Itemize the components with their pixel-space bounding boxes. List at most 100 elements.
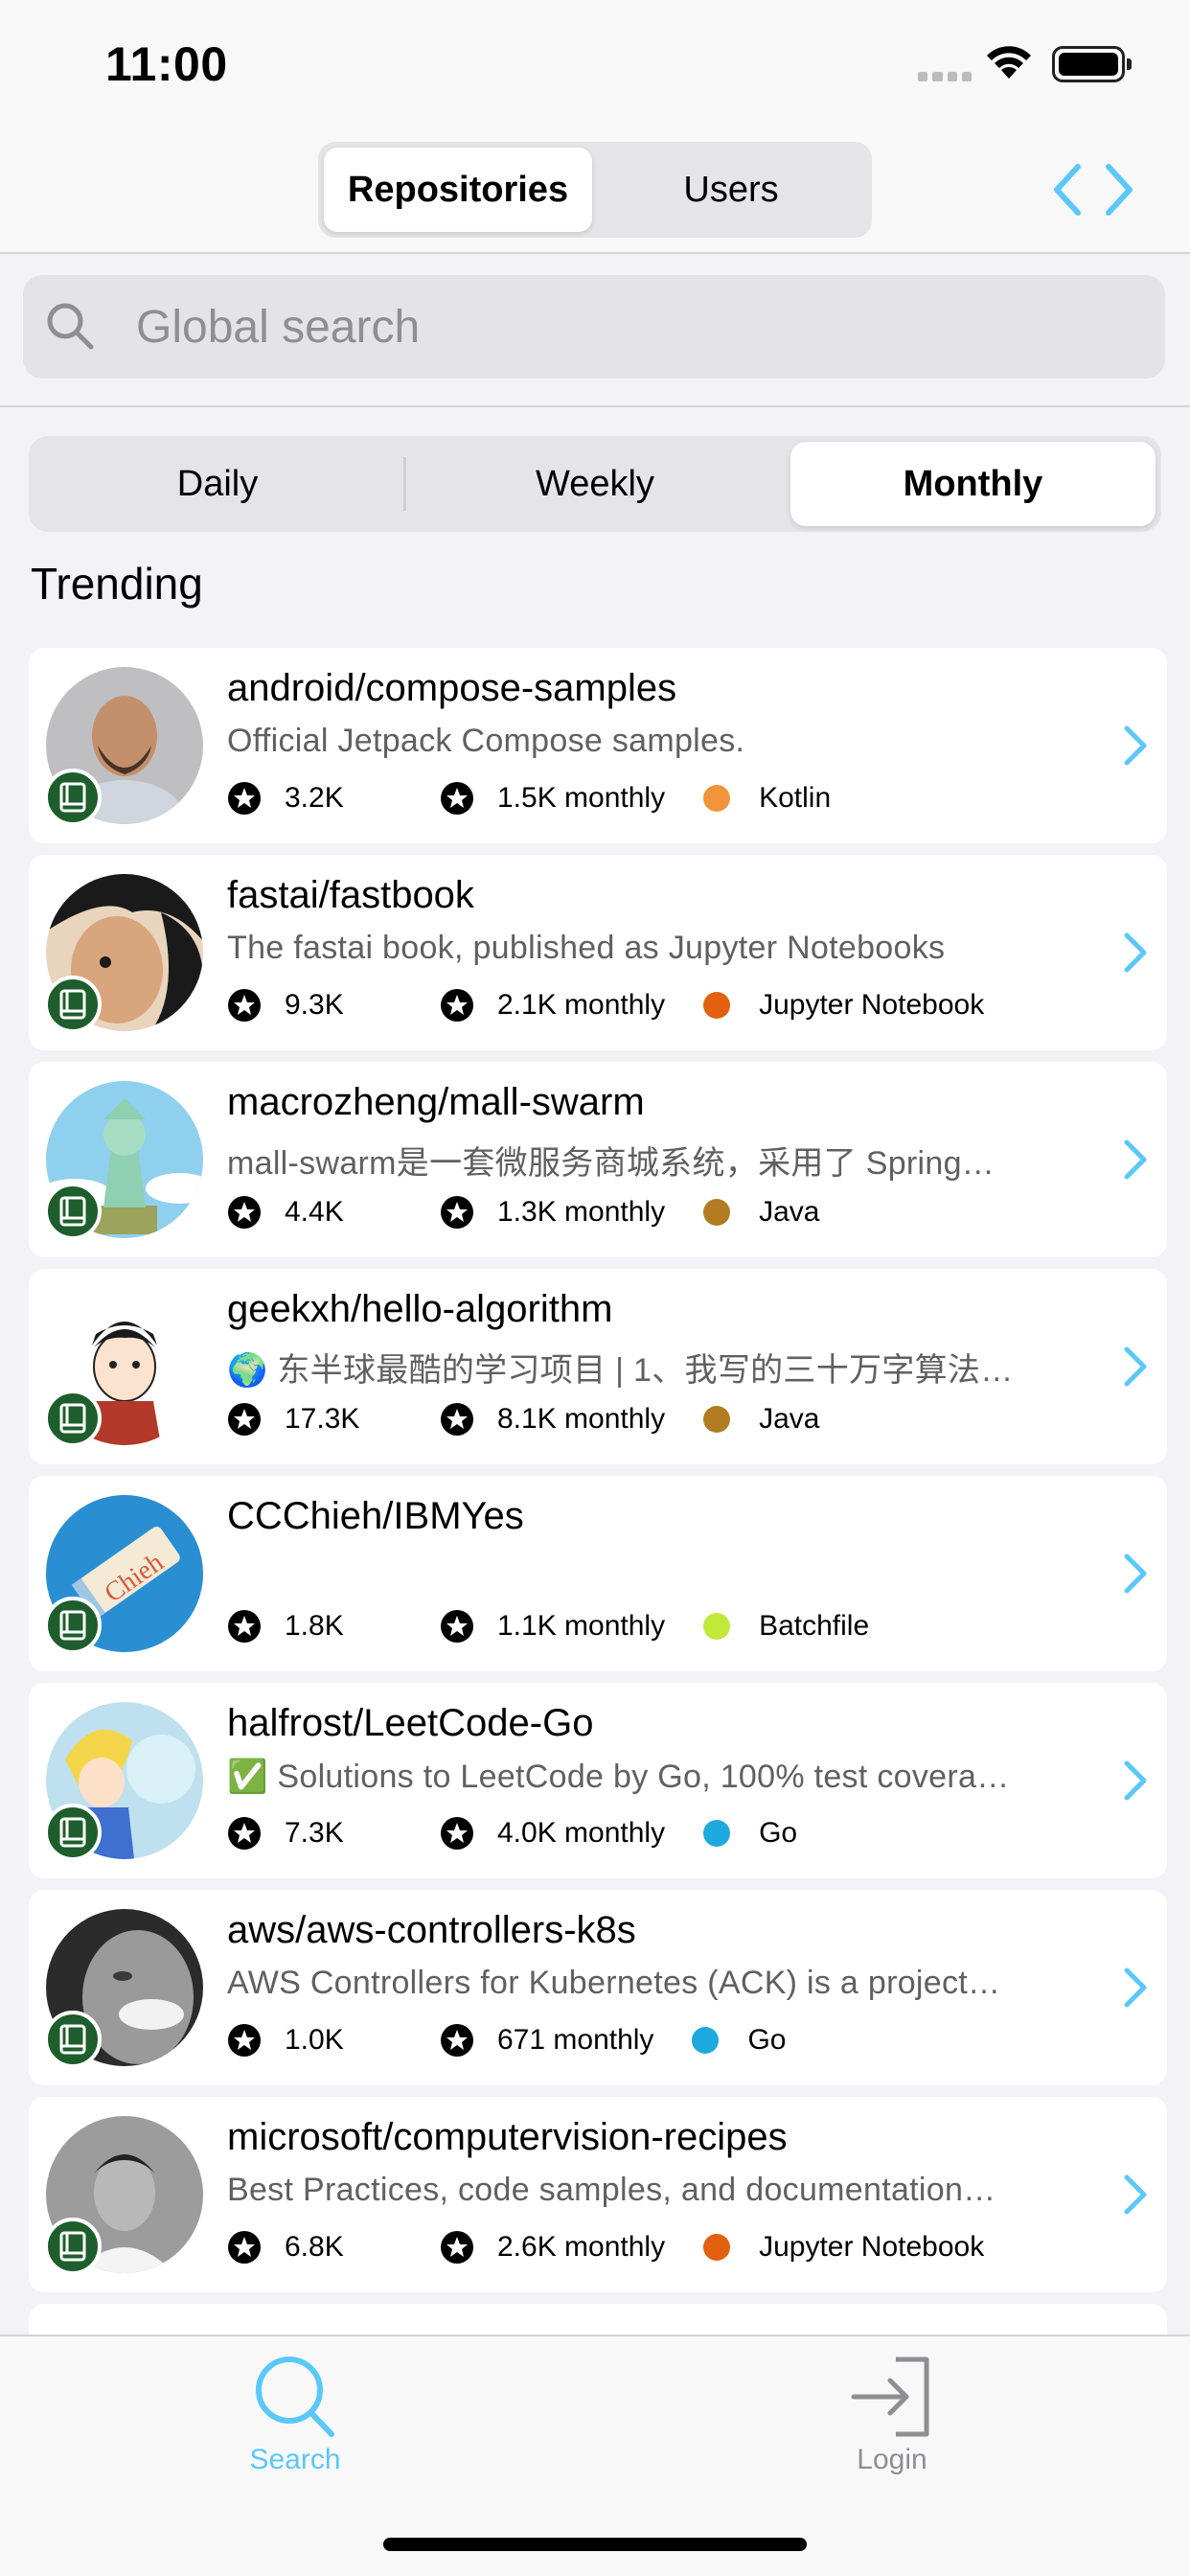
repo-monthly-stars: 8.1K monthly	[497, 1403, 666, 1435]
repo-language: Java	[759, 1196, 820, 1228]
tab-repositories[interactable]: Repositories	[324, 148, 592, 232]
code-icon[interactable]	[1049, 161, 1137, 218]
repo-stars: 1.8K	[285, 1610, 344, 1642]
repo-name: halfrost/LeetCode-Go	[227, 1702, 594, 1744]
repo-stars: 3.2K	[285, 782, 344, 814]
repo-stars: 4.4K	[285, 1196, 344, 1228]
repo-description: Best Practices, code samples, and docume…	[227, 2172, 996, 2208]
star-icon	[228, 1196, 261, 1229]
repo-description: AWS Controllers for Kubernetes (ACK) is …	[227, 1965, 1001, 2001]
period-daily[interactable]: Daily	[34, 442, 400, 526]
search-area	[0, 254, 1190, 407]
chevron-right-icon	[1124, 1346, 1147, 1387]
repo-name: geekxh/hello-algorithm	[227, 1288, 613, 1330]
battery-icon	[1052, 46, 1132, 82]
repo-row[interactable]: aws/aws-controllers-k8s AWS Controllers …	[29, 1890, 1167, 2085]
period-segmented-control: Daily Weekly Monthly	[29, 436, 1161, 532]
repo-row[interactable]: Chieh CCChieh/IBMYes 1.8K 1.1K monthly B…	[29, 1476, 1167, 1671]
repo-monthly-stars: 1.5K monthly	[497, 782, 666, 814]
repo-meta: 4.4K 1.3K monthly Java	[227, 1192, 819, 1232]
repo-badge-icon	[44, 1183, 102, 1240]
star-icon	[441, 2231, 473, 2264]
repo-badge-icon	[44, 1597, 102, 1654]
chevron-right-icon	[1124, 1760, 1147, 1801]
repo-monthly-stars: 2.1K monthly	[497, 989, 666, 1021]
repo-description: The fastai book, published as Jupyter No…	[227, 930, 946, 966]
star-icon	[228, 1610, 261, 1643]
repo-monthly-stars: 4.0K monthly	[497, 1817, 666, 1849]
repo-row[interactable]: microsoft/computervision-recipes Best Pr…	[29, 2097, 1167, 2292]
period-monthly[interactable]: Monthly	[790, 442, 1156, 526]
star-icon	[228, 2231, 261, 2264]
repo-meta: 1.0K 671 monthly Go	[227, 2020, 786, 2060]
repo-stars: 7.3K	[285, 1817, 344, 1849]
repo-description: Official Jetpack Compose samples.	[227, 723, 745, 759]
repo-badge-icon	[44, 2218, 102, 2275]
tab-users[interactable]: Users	[596, 148, 866, 232]
repo-meta: 6.8K 2.6K monthly Jupyter Notebook	[227, 2227, 984, 2267]
repo-row[interactable]: macrozheng/mall-swarm mall-swarm是一套微服务商城…	[29, 1062, 1167, 1257]
repo-stars: 6.8K	[285, 2231, 344, 2263]
login-icon	[851, 2357, 929, 2437]
repo-meta: 7.3K 4.0K monthly Go	[227, 1813, 797, 1853]
repo-row[interactable]: fastai/fastbook The fastai book, publish…	[29, 855, 1167, 1050]
star-icon	[228, 782, 261, 815]
repo-name: android/compose-samples	[227, 667, 677, 709]
status-time: 11:00	[105, 37, 228, 91]
repo-row[interactable]: halfrost/LeetCode-Go ✅ Solutions to Leet…	[29, 1683, 1167, 1878]
repo-meta: 3.2K 1.5K monthly Kotlin	[227, 778, 831, 818]
section-title: Trending	[31, 559, 203, 609]
star-icon	[441, 1403, 473, 1436]
repo-language: Jupyter Notebook	[759, 2231, 985, 2263]
repo-row[interactable]: android/compose-samples Official Jetpack…	[29, 648, 1167, 843]
repo-name: macrozheng/mall-swarm	[227, 1081, 645, 1123]
language-color-dot	[703, 992, 731, 1019]
repo-name: microsoft/computervision-recipes	[227, 2116, 788, 2158]
repo-badge-icon	[44, 1804, 102, 1861]
repo-language: Jupyter Notebook	[759, 989, 985, 1021]
language-color-dot	[703, 1406, 731, 1433]
tab-search[interactable]: Search	[151, 2354, 439, 2476]
repo-meta: 17.3K 8.1K monthly Java	[227, 1399, 819, 1439]
segment-divider	[403, 457, 406, 511]
repo-badge-icon	[44, 769, 102, 826]
repo-language: Go	[747, 2024, 787, 2056]
nav-bar: Repositories Users	[0, 125, 1190, 254]
repo-monthly-stars: 1.1K monthly	[497, 1610, 666, 1642]
language-color-dot	[692, 2027, 720, 2054]
wifi-icon	[987, 46, 1031, 79]
star-icon	[228, 1403, 261, 1436]
star-icon	[441, 1817, 473, 1850]
repo-monthly-stars: 671 monthly	[497, 2024, 654, 2056]
repo-stars: 1.0K	[285, 2024, 344, 2056]
chevron-right-icon	[1124, 1139, 1147, 1180]
repo-language: Kotlin	[759, 782, 832, 814]
repo-description: mall-swarm是一套微服务商城系统，采用了 Spring…	[227, 1145, 995, 1182]
home-indicator	[383, 2538, 807, 2551]
period-weekly[interactable]: Weekly	[412, 442, 778, 526]
language-color-dot	[703, 2234, 731, 2261]
star-icon	[441, 782, 473, 815]
star-icon	[441, 2024, 473, 2057]
chevron-right-icon	[1124, 725, 1147, 766]
tab-login[interactable]: Login	[748, 2354, 1036, 2476]
repo-name: aws/aws-controllers-k8s	[227, 1909, 636, 1951]
search-box[interactable]	[23, 275, 1165, 379]
star-icon	[228, 1817, 261, 1850]
language-color-dot	[703, 1199, 731, 1226]
search-input[interactable]	[136, 275, 1133, 379]
cellular-signal-icon	[918, 72, 972, 81]
repo-description: 🌍 东半球最酷的学习项目 | 1、我写的三十万字算法…	[227, 1352, 1014, 1389]
tab-search-label: Search	[249, 2444, 341, 2475]
status-bar: 11:00	[0, 0, 1190, 125]
repo-language: Batchfile	[759, 1610, 870, 1642]
tab-login-label: Login	[857, 2444, 927, 2475]
repo-badge-icon	[44, 976, 102, 1033]
repo-meta: 1.8K 1.1K monthly Batchfile	[227, 1606, 869, 1646]
repo-badge-icon	[44, 1390, 102, 1447]
repo-stars: 9.3K	[285, 989, 344, 1021]
chevron-right-icon	[1124, 1553, 1147, 1594]
star-icon	[441, 1610, 473, 1643]
repo-monthly-stars: 1.3K monthly	[497, 1196, 666, 1228]
repo-row[interactable]: geekxh/hello-algorithm 🌍 东半球最酷的学习项目 | 1、…	[29, 1269, 1167, 1464]
